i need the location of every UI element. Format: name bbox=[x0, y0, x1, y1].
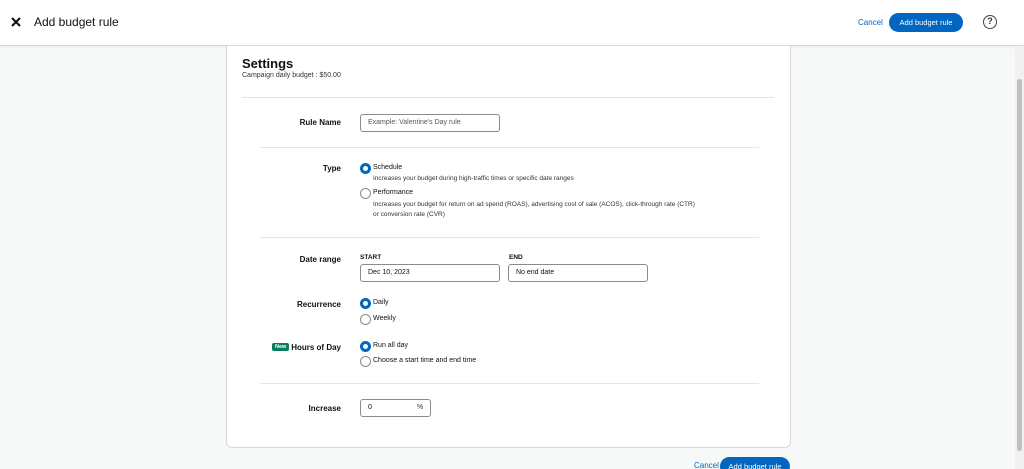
increase-label: Increase bbox=[308, 404, 341, 413]
type-schedule-label: Schedule bbox=[373, 164, 403, 171]
divider bbox=[260, 383, 759, 384]
end-heading: END bbox=[509, 254, 523, 261]
custom-time-radio[interactable] bbox=[360, 356, 371, 367]
recurrence-weekly-radio[interactable] bbox=[360, 314, 371, 325]
hours-of-day-label: Hours of Day bbox=[291, 343, 341, 352]
recurrence-daily-label: Daily bbox=[373, 299, 389, 306]
rule-name-label: Rule Name bbox=[299, 118, 341, 127]
page-title: Add budget rule bbox=[34, 15, 119, 29]
end-date-input[interactable]: No end date bbox=[508, 264, 648, 282]
campaign-budget-text: Campaign daily budget : $50.00 bbox=[242, 72, 341, 79]
top-bar: Add budget rule Cancel Add budget rule ? bbox=[0, 0, 1024, 46]
custom-time-label: Choose a start time and end time bbox=[373, 357, 477, 364]
type-performance-radio[interactable] bbox=[360, 188, 371, 199]
close-icon[interactable] bbox=[9, 14, 25, 30]
settings-title: Settings bbox=[242, 56, 294, 71]
divider bbox=[260, 147, 759, 148]
divider bbox=[242, 97, 774, 98]
scrollbar-thumb[interactable] bbox=[1017, 79, 1022, 451]
footer-add-budget-rule-button[interactable]: Add budget rule bbox=[720, 457, 790, 469]
add-budget-rule-button[interactable]: Add budget rule bbox=[889, 13, 963, 32]
rule-name-input[interactable]: Example: Valentine's Day rule bbox=[360, 114, 500, 132]
type-performance-label: Performance bbox=[373, 189, 414, 196]
recurrence-label: Recurrence bbox=[296, 300, 341, 309]
footer-cancel-button[interactable]: Cancel bbox=[694, 461, 719, 469]
help-icon[interactable]: ? bbox=[983, 15, 997, 29]
type-schedule-radio[interactable] bbox=[360, 163, 371, 174]
new-badge: New bbox=[272, 343, 290, 351]
start-heading: START bbox=[360, 254, 382, 261]
run-all-day-label: Run all day bbox=[373, 342, 409, 349]
recurrence-weekly-label: Weekly bbox=[373, 315, 396, 322]
cancel-button[interactable]: Cancel bbox=[858, 18, 883, 27]
settings-card: Settings Campaign daily budget : $50.00 … bbox=[226, 46, 791, 448]
type-performance-description-cont: or conversion rate (CVR) bbox=[373, 211, 445, 218]
type-schedule-description: Increases your budget during high-traffi… bbox=[373, 175, 574, 182]
percent-unit: % bbox=[417, 404, 424, 411]
recurrence-daily-radio[interactable] bbox=[360, 298, 371, 309]
divider bbox=[260, 237, 759, 238]
start-date-input[interactable]: Dec 10, 2023 bbox=[360, 264, 500, 282]
type-label: Type bbox=[322, 164, 341, 173]
date-range-label: Date range bbox=[299, 255, 341, 264]
type-performance-description: Increases your budget for return on ad s… bbox=[373, 201, 695, 208]
scrollbar[interactable] bbox=[1015, 46, 1024, 469]
run-all-day-radio[interactable] bbox=[360, 341, 371, 352]
